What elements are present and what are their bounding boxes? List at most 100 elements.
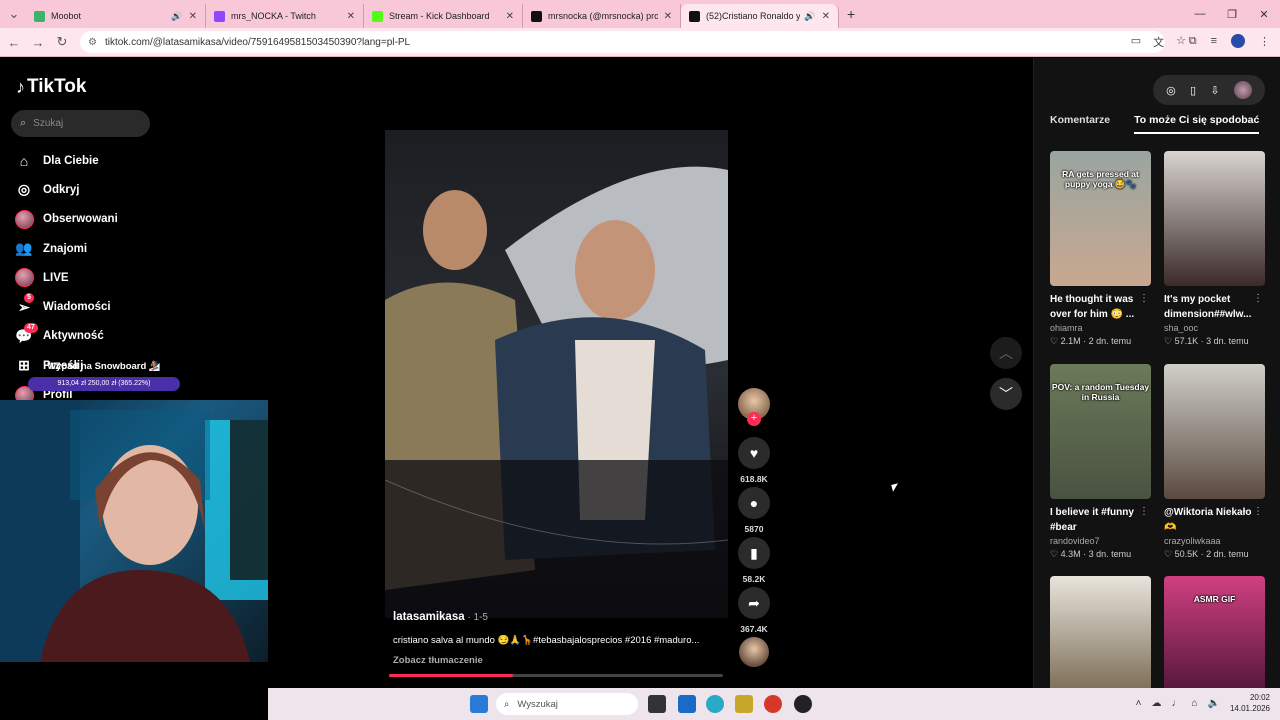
video-title[interactable]: @Wiktoria Niekało 🫶: [1164, 505, 1265, 535]
browser-toolbar: ← → ↻ ⚙ tiktok.com/@latasamikasa/video/7…: [0, 28, 1280, 57]
media-control-icon[interactable]: ≡: [1211, 35, 1217, 47]
video-title[interactable]: I believe it #funny #bear: [1050, 505, 1151, 535]
chrome-icon[interactable]: [764, 695, 782, 713]
sidebar-item[interactable]: ⌂ Dla Ciebie: [14, 146, 118, 175]
recommended-video[interactable]: POV: a random Tuesday in Russia I believe…: [1050, 364, 1151, 560]
outlook-icon[interactable]: [678, 695, 696, 713]
cast-icon[interactable]: ▭: [1131, 34, 1141, 50]
video-frame: [385, 130, 728, 618]
network-icon[interactable]: ⌂: [1191, 698, 1197, 709]
forward-button[interactable]: →: [26, 35, 50, 50]
tab-close-icon[interactable]: ✕: [189, 11, 197, 22]
browser-tab[interactable]: mrsnocka (@mrsnocka) prowadzi ✕: [523, 4, 681, 28]
video-author[interactable]: crazyoliwkaaa: [1164, 536, 1265, 546]
sidebar-item[interactable]: 💬 47 Aktywność: [14, 322, 118, 351]
follow-plus-icon[interactable]: +: [747, 412, 761, 426]
bookmark-action: ▮ 58.2K: [736, 537, 772, 587]
sidebar-item[interactable]: 👥 Znajomi: [14, 234, 118, 263]
back-button[interactable]: ←: [2, 35, 26, 50]
comment-action: ● 5870: [736, 487, 772, 537]
tab-search-button[interactable]: ⌄: [2, 6, 26, 22]
music-disc-avatar[interactable]: [739, 637, 769, 667]
heart-icon[interactable]: ♥: [738, 437, 770, 469]
chevron-up-icon[interactable]: ˄: [1136, 698, 1142, 709]
comment-icon[interactable]: ●: [738, 487, 770, 519]
video-progress-fill: [389, 674, 513, 677]
bookmark-star-icon[interactable]: ☆: [1176, 34, 1186, 50]
clock[interactable]: 20:02 14.01.2026: [1230, 692, 1270, 714]
reload-button[interactable]: ↻: [50, 34, 74, 50]
profile-avatar-icon[interactable]: [1231, 34, 1245, 48]
more-options-icon[interactable]: ⋮: [1253, 506, 1263, 517]
tab-close-icon[interactable]: ✕: [347, 11, 355, 22]
maximize-button[interactable]: ❐: [1216, 8, 1248, 21]
sidebar-item[interactable]: Obserwowani: [14, 205, 118, 234]
tab-close-icon[interactable]: ✕: [506, 11, 514, 22]
translate-icon[interactable]: 文: [1153, 34, 1164, 50]
explore-icon[interactable]: ◎: [1166, 84, 1176, 97]
video-player[interactable]: [385, 130, 728, 618]
more-options-icon[interactable]: ⋮: [1139, 293, 1149, 304]
store-icon[interactable]: [735, 695, 753, 713]
video-progress-bar[interactable]: [389, 674, 723, 677]
extensions-icon[interactable]: ⧉: [1189, 35, 1197, 48]
sidebar-item[interactable]: ◎ Odkryj: [14, 175, 118, 204]
like-count: 57.1K: [1174, 336, 1199, 346]
video-author[interactable]: randovideo7: [1050, 536, 1151, 546]
tab-close-icon[interactable]: ✕: [822, 11, 830, 22]
search-input[interactable]: ⌕ Szukaj: [11, 110, 150, 137]
video-thumbnail[interactable]: [1164, 151, 1265, 286]
more-options-icon[interactable]: ⋮: [1253, 293, 1263, 304]
start-button[interactable]: [470, 695, 488, 713]
tab-comments[interactable]: Komentarze: [1050, 114, 1110, 134]
recommended-video[interactable]: RA gets pressed at puppy yoga 😂🐾 He thoug…: [1050, 151, 1151, 347]
recommended-video[interactable]: It's my pocket dimension##wlw... sha_ooc ♡…: [1164, 151, 1265, 347]
video-thumbnail[interactable]: POV: a random Tuesday in Russia: [1050, 364, 1151, 499]
tab-audio-icon[interactable]: 🔊: [171, 11, 182, 22]
new-tab-button[interactable]: +: [847, 6, 855, 22]
previous-video-button[interactable]: ︿: [990, 337, 1022, 369]
mic-icon[interactable]: ♩: [1171, 698, 1181, 709]
tiktok-logo[interactable]: ♪ TikTok: [16, 76, 86, 98]
close-window-button[interactable]: ✕: [1248, 8, 1280, 21]
sidebar-item-label: Dla Ciebie: [43, 154, 99, 167]
video-thumbnail[interactable]: RA gets pressed at puppy yoga 😂🐾: [1050, 151, 1151, 286]
menu-icon[interactable]: ⋮: [1259, 35, 1270, 48]
creator-avatar[interactable]: +: [738, 388, 770, 426]
video-author[interactable]: latasamikasa · 1-5: [393, 611, 723, 623]
share-icon[interactable]: ➦: [738, 587, 770, 619]
tab-audio-icon[interactable]: 🔊: [804, 11, 815, 22]
next-video-button[interactable]: ﹀: [990, 378, 1022, 410]
address-bar[interactable]: ⚙ tiktok.com/@latasamikasa/video/7591649…: [80, 31, 1165, 53]
cloud-icon[interactable]: ☁: [1151, 698, 1161, 709]
sidebar-item[interactable]: ➢ 5 Wiadomości: [14, 292, 118, 321]
browser-tab[interactable]: Stream - Kick Dashboard ✕: [364, 4, 523, 28]
recommended-video[interactable]: @Wiktoria Niekało 🫶 crazyoliwkaaa ♡ 50.5K …: [1164, 364, 1265, 560]
video-thumbnail[interactable]: [1164, 364, 1265, 499]
site-info-icon[interactable]: ⚙: [88, 37, 97, 48]
user-avatar[interactable]: [1233, 81, 1252, 99]
edge-icon[interactable]: [706, 695, 724, 713]
tab-close-icon[interactable]: ✕: [664, 11, 672, 22]
download-icon[interactable]: ⇩: [1210, 84, 1219, 97]
sidebar-item[interactable]: LIVE: [14, 263, 118, 292]
taskbar-search-input[interactable]: ⌕ Wyszukaj: [496, 693, 638, 715]
browser-tab[interactable]: (52)Cristiano Ronaldo y su c🔊 ✕: [681, 4, 839, 28]
live-avatar-icon: [14, 268, 34, 288]
more-options-icon[interactable]: ⋮: [1139, 506, 1149, 517]
see-translation-link[interactable]: Zobacz tłumaczenie: [393, 655, 723, 666]
tab-recommended[interactable]: To może Ci się spodobać: [1134, 114, 1260, 134]
video-author[interactable]: ohiamra: [1050, 323, 1151, 333]
bookmark-icon[interactable]: ▮: [738, 537, 770, 569]
video-title[interactable]: It's my pocket dimension##wlw...: [1164, 292, 1265, 322]
video-title[interactable]: He thought it was over for him 😳 ...: [1050, 292, 1151, 322]
url-text: tiktok.com/@latasamikasa/video/759164958…: [104, 36, 411, 48]
video-author[interactable]: sha_ooc: [1164, 323, 1265, 333]
volume-icon[interactable]: 🔈: [1208, 698, 1220, 709]
minimize-button[interactable]: —: [1184, 8, 1216, 20]
obs-icon[interactable]: [794, 695, 812, 713]
browser-tab[interactable]: Moobot 🔊 ✕: [26, 4, 206, 28]
device-icon[interactable]: ▯: [1190, 84, 1196, 97]
browser-tab[interactable]: mrs_NOCKA - Twitch ✕: [206, 4, 364, 28]
file-explorer-icon[interactable]: [648, 695, 666, 713]
